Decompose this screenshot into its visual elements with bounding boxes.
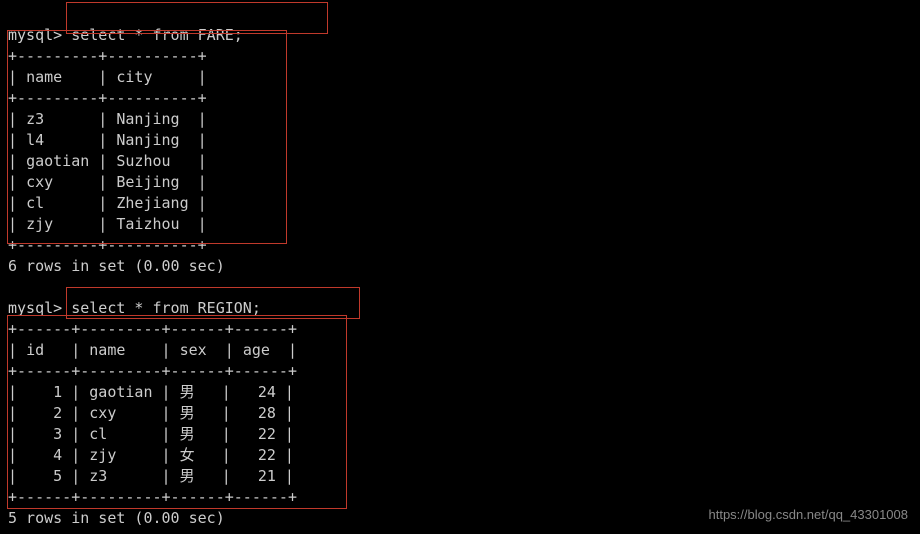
fare-cell: l4 [26,131,44,149]
col-name: name [26,68,62,86]
sql-query-region: select * from REGION; [71,299,261,317]
region-cell: z3 [89,467,107,485]
region-cell: gaotian [89,383,152,401]
region-cell: 21 [258,467,276,485]
col-name: name [89,341,125,359]
region-cell: 男 [180,467,195,485]
fare-cell: Taizhou [116,215,179,233]
mysql-prompt: mysql> [8,26,62,44]
region-cell: 5 [53,467,62,485]
col-age: age [243,341,270,359]
col-city: city [116,68,152,86]
fare-cell: Nanjing [116,110,179,128]
fare-cell: zjy [26,215,53,233]
terminal-output: mysql> select * from FARE; +---------+--… [0,0,920,533]
region-cell: 28 [258,404,276,422]
fare-cell: Suzhou [116,152,170,170]
fare-cell: Zhejiang [116,194,188,212]
region-cell: 男 [180,404,195,422]
sql-query-fare: select * from FARE; [71,26,243,44]
region-cell: 男 [180,425,195,443]
mysql-prompt: mysql> [8,299,62,317]
region-cell: 2 [53,404,62,422]
region-cell: cxy [89,404,116,422]
region-cell: zjy [89,446,116,464]
region-cell: cl [89,425,107,443]
region-cell: 22 [258,425,276,443]
region-cell: 1 [53,383,62,401]
fare-cell: cl [26,194,44,212]
region-cell: 男 [180,383,195,401]
region-cell: 24 [258,383,276,401]
fare-cell: cxy [26,173,53,191]
col-id: id [26,341,44,359]
region-footer: 5 rows in set (0.00 sec) [8,509,225,527]
region-cell: 女 [180,446,195,464]
fare-cell: gaotian [26,152,89,170]
watermark: https://blog.csdn.net/qq_43301008 [709,506,909,524]
fare-footer: 6 rows in set (0.00 sec) [8,257,225,275]
region-cell: 4 [53,446,62,464]
region-cell: 22 [258,446,276,464]
fare-cell: z3 [26,110,44,128]
fare-cell: Nanjing [116,131,179,149]
fare-cell: Beijing [116,173,179,191]
region-cell: 3 [53,425,62,443]
col-sex: sex [180,341,207,359]
